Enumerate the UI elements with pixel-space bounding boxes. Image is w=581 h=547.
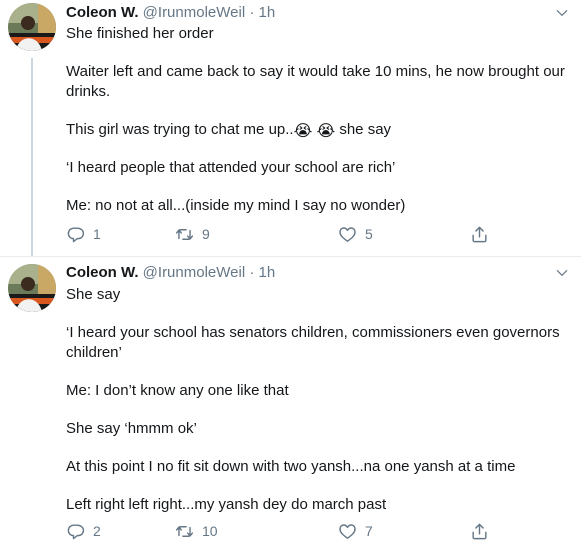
share-button[interactable]	[470, 520, 497, 542]
tweet-paragraph: She say ‘hmmm ok’	[66, 420, 197, 437]
author-handle[interactable]: @IrunmoleWeil	[143, 4, 245, 21]
tweet-paragraph-text: This girl was trying to chat me up..	[66, 121, 294, 138]
heart-icon	[339, 226, 356, 242]
retweet-count: 9	[202, 226, 210, 242]
tweet-paragraph: Me: I don’t know any one like that	[66, 382, 289, 399]
author-handle[interactable]: @IrunmoleWeil	[143, 264, 245, 281]
retweet-count: 10	[202, 523, 218, 539]
tweet-paragraph-tail: she say	[339, 121, 392, 138]
heart-icon	[339, 523, 356, 539]
chevron-down-icon[interactable]	[555, 266, 569, 280]
avatar[interactable]	[8, 3, 56, 51]
author-name[interactable]: Coleon W.	[66, 264, 139, 281]
chevron-down-icon[interactable]	[555, 6, 569, 20]
tweet-actions: 2 10 7	[66, 520, 546, 542]
avatar[interactable]	[8, 264, 56, 312]
like-button[interactable]: 7	[338, 520, 373, 542]
retweet-button[interactable]: 9	[175, 223, 210, 245]
tweet-paragraph: Left right left right...my yansh dey do …	[66, 496, 387, 513]
timestamp[interactable]: 1h	[259, 264, 276, 281]
reply-count: 2	[93, 523, 101, 539]
author-name[interactable]: Coleon W.	[66, 4, 139, 21]
tweet-2[interactable]: Coleon W. @IrunmoleWeil · 1h She say ‘I …	[0, 257, 581, 547]
share-button[interactable]	[470, 223, 497, 245]
separator-dot: ·	[249, 264, 255, 281]
tweet-header: Coleon W. @IrunmoleWeil · 1h	[66, 2, 275, 24]
reply-icon	[67, 523, 85, 539]
retweet-button[interactable]: 10	[175, 520, 218, 542]
crying-face-emoji-icon: 😭	[316, 123, 336, 140]
tweet-paragraph: ‘I heard people that attended your schoo…	[66, 159, 396, 176]
tweet-text: She say ‘I heard your school has senator…	[66, 285, 566, 515]
tweet-paragraph: Waiter left and came back to say it woul…	[66, 63, 565, 100]
reply-count: 1	[93, 226, 101, 242]
like-count: 7	[365, 523, 373, 539]
reply-icon	[67, 226, 85, 242]
retweet-icon	[175, 228, 194, 240]
tweet-paragraph: She say	[66, 286, 121, 303]
tweet-paragraph: She finished her order	[66, 25, 214, 42]
tweet-header: Coleon W. @IrunmoleWeil · 1h	[66, 262, 275, 284]
thread-connector	[31, 58, 33, 256]
share-icon	[472, 226, 487, 242]
like-count: 5	[365, 226, 373, 242]
tweet-paragraph: Me: no not at all...(inside my mind I sa…	[66, 197, 406, 214]
tweet-text: She finished her order Waiter left and c…	[66, 24, 566, 216]
reply-button[interactable]: 2	[66, 520, 101, 542]
tweet-paragraph: At this point I no fit sit down with two…	[66, 458, 516, 475]
timestamp[interactable]: 1h	[259, 4, 276, 21]
crying-face-emoji-icon: 😭	[293, 123, 313, 140]
tweet-paragraph: ‘I heard your school has senators childr…	[66, 324, 560, 361]
tweet-actions: 1 9 5	[66, 223, 546, 245]
share-icon	[472, 523, 487, 539]
like-button[interactable]: 5	[338, 223, 373, 245]
retweet-icon	[175, 525, 194, 537]
tweet-1[interactable]: Coleon W. @IrunmoleWeil · 1h She finishe…	[0, 0, 581, 257]
separator-dot: ·	[249, 4, 255, 21]
reply-button[interactable]: 1	[66, 223, 101, 245]
tweet-paragraph: This girl was trying to chat me up..😭 😭 …	[66, 120, 566, 140]
